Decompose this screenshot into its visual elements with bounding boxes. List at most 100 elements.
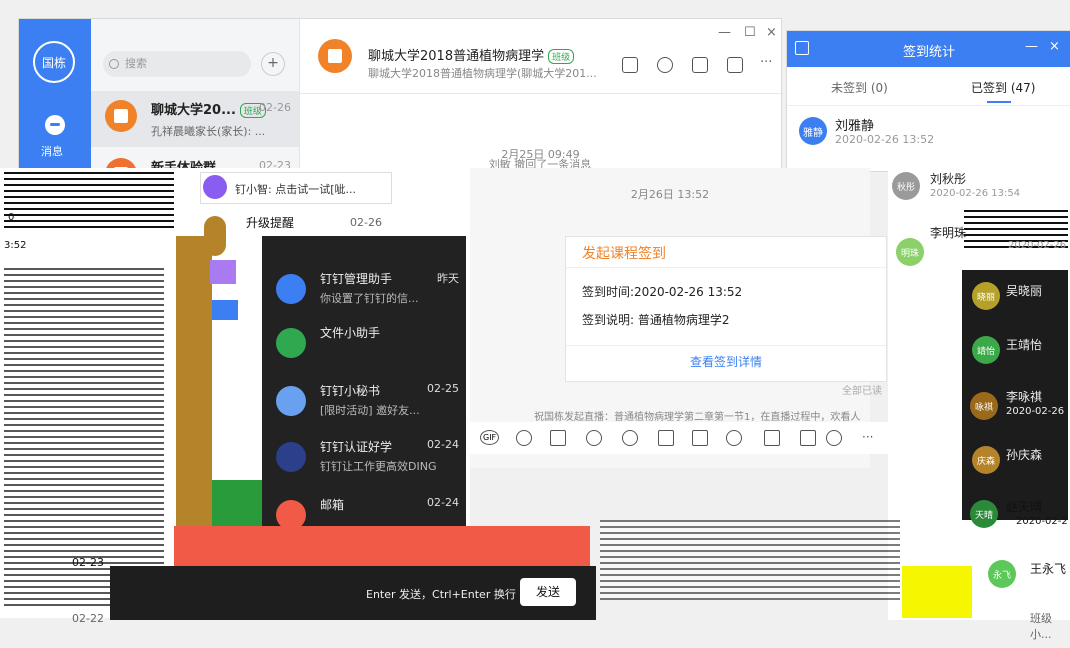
system-time: 2月26日 13:52 <box>630 188 710 201</box>
tab-unsigned[interactable]: 未签到 (0) <box>831 79 888 96</box>
person-name: 班级小... <box>1030 612 1052 641</box>
glitch-block <box>210 260 236 284</box>
tab-underline <box>987 101 1011 103</box>
chat-avatar <box>318 39 352 73</box>
card-divider <box>566 267 886 268</box>
person-avatar: 咏祺 <box>970 392 998 420</box>
mention-icon[interactable] <box>622 430 638 446</box>
dark-item-name: 钉钉认证好学 <box>320 440 393 454</box>
main-window: 国栋 消息 搜索 + 聊城大学20... 班级 02-26 孔祥晨曦家长(家长):… <box>18 18 782 170</box>
message-icon[interactable] <box>45 115 65 135</box>
signin-card[interactable]: 发起课程签到 签到时间:2020-02-26 13:52 签到说明: 普通植物病… <box>565 236 887 382</box>
stats-tabs: 未签到 (0) 已签到 (47) <box>787 67 1070 106</box>
stats-header: 签到统计 — × <box>787 31 1070 67</box>
chat-header: 聊城大学2018普通植物病理学 班级 聊城大学2018普通植物病理学(聊城大学20… <box>300 19 781 94</box>
ding-bot-avatar <box>203 175 227 199</box>
live-icon[interactable] <box>727 57 743 73</box>
stats-minimize-button[interactable]: — <box>1025 39 1038 54</box>
ding-icon[interactable] <box>692 430 708 446</box>
close-button[interactable]: × <box>766 25 777 40</box>
mail-icon[interactable] <box>800 430 816 446</box>
person-name: 李咏祺 <box>1006 390 1043 404</box>
tab-signed[interactable]: 已签到 (47) <box>971 79 1035 96</box>
maximize-button[interactable]: ☐ <box>744 25 756 40</box>
dark-item-name: 邮箱 <box>320 498 345 512</box>
send-hint: Enter 发送，Ctrl+Enter 换行 <box>366 588 516 601</box>
ding-tip-row[interactable]: 钉小智: 点击试一试[呲... <box>200 172 392 204</box>
conversation-name: 聊城大学20... 班级 <box>151 99 266 118</box>
glitch-stripes <box>4 172 174 232</box>
phone-icon[interactable] <box>726 430 742 446</box>
send-button[interactable]: 发送 <box>520 578 576 606</box>
class-tag: 班级 <box>548 49 575 64</box>
card-desc-line: 签到说明: 普通植物病理学2 <box>582 313 730 327</box>
person-time: 2020-02-26 13:52 <box>835 133 935 146</box>
search-input[interactable]: 搜索 <box>103 51 251 77</box>
dark-list-item[interactable]: 钉钉管理助手 昨天 你设置了钉钉的信... <box>270 264 465 316</box>
folder-icon[interactable] <box>658 430 674 446</box>
person-time: 2020-02-26 13:54 <box>930 188 1021 199</box>
dark-item-time: 02-24 <box>427 438 459 451</box>
glitch-red-band <box>174 526 590 566</box>
count-fragment: 0 <box>8 212 15 223</box>
dark-item-preview: 钉钉让工作更高效DING <box>320 460 437 473</box>
conversation-item[interactable]: 聊城大学20... 班级 02-26 孔祥晨曦家长(家长): ... <box>91 91 299 147</box>
school-icon[interactable] <box>826 430 842 446</box>
stats-close-button[interactable]: × <box>1049 39 1060 54</box>
card-title: 发起课程签到 <box>582 246 666 262</box>
dark-item-name: 钉钉管理助手 <box>320 272 393 286</box>
person-name: 王靖怡 <box>1006 338 1043 352</box>
person-name: 孙庆森 <box>1006 448 1043 462</box>
more-button[interactable]: ··· <box>760 55 772 70</box>
live-icon[interactable] <box>764 430 780 446</box>
card-divider <box>566 345 886 346</box>
person-avatar: 庆森 <box>972 446 1000 474</box>
emoji-icon[interactable] <box>516 430 532 446</box>
left-time-fragment: 3:52 <box>4 240 27 251</box>
live-notice: 祝国栋发起直播：普通植物病理学第二章第一节1，在直播过程中，欢看人 <box>534 412 861 423</box>
person-name: 王永飞 <box>1030 562 1067 576</box>
left-date-fragment-2: 02-22 <box>72 612 104 625</box>
person-name: 吴晓丽 <box>1006 284 1043 298</box>
signin-stats-panel: 签到统计 — × 未签到 (0) 已签到 (47) 雅静 刘雅静 2020-02… <box>786 30 1070 172</box>
dark-list-item[interactable]: 钉钉小秘书 02-25 [限时活动] 邀好友... <box>270 376 465 428</box>
glitch-stripes <box>600 520 900 600</box>
card-time-line: 签到时间:2020-02-26 13:52 <box>582 285 743 299</box>
person-name: 刘秋彤 <box>930 172 967 186</box>
person-avatar: 秋彤 <box>892 172 920 200</box>
add-button[interactable]: + <box>261 52 285 76</box>
person-name: 李明珠 <box>930 226 967 240</box>
my-avatar[interactable]: 国栋 <box>33 41 75 83</box>
announcement-icon[interactable] <box>622 57 638 73</box>
left-date-fragment: 02-23 <box>72 556 104 569</box>
secretary-avatar <box>276 386 306 416</box>
conversation-preview: 孔祥晨曦家长(家长): ... <box>151 125 266 138</box>
gif-icon[interactable]: GIF <box>480 430 500 445</box>
dark-list-item[interactable]: 文件小助手 <box>270 318 465 370</box>
like-icon[interactable] <box>550 430 566 446</box>
history-icon[interactable] <box>657 57 673 73</box>
view-signin-link[interactable]: 查看签到详情 <box>566 353 886 370</box>
dark-list-item[interactable]: 钉钉认证好学 02-24 钉钉让工作更高效DING <box>270 432 465 484</box>
folder-icon[interactable] <box>692 57 708 73</box>
upgrade-title: 升级提醒 <box>246 216 295 230</box>
scissors-icon[interactable] <box>586 430 602 446</box>
file-helper-avatar <box>276 328 306 358</box>
more-tools-button[interactable]: ··· <box>862 430 873 444</box>
cert-avatar <box>276 442 306 472</box>
minimize-button[interactable]: — <box>718 25 731 40</box>
conversation-panel: 搜索 + 聊城大学20... 班级 02-26 孔祥晨曦家长(家长): ... 新… <box>91 19 300 169</box>
nav-label-messages[interactable]: 消息 <box>41 143 63 159</box>
search-icon <box>109 59 119 69</box>
left-nav: 国栋 消息 <box>19 19 91 169</box>
glitch-block <box>212 480 262 526</box>
person-avatar: 明珠 <box>896 238 924 266</box>
dark-item-preview: 你设置了钉钉的信... <box>320 292 419 305</box>
chat-subtitle: 聊城大学2018普通植物病理学(聊城大学201... <box>368 67 597 80</box>
person-name: 刘雅静 <box>835 119 875 134</box>
signed-person[interactable]: 雅静 刘雅静 2020-02-26 13:52 <box>787 109 1070 153</box>
glitch-bar <box>204 216 226 256</box>
person-avatar: 天晴 <box>970 500 998 528</box>
glitch-bar <box>176 236 212 526</box>
conversation-item[interactable]: 新手体验群 02-23 <box>91 149 299 169</box>
